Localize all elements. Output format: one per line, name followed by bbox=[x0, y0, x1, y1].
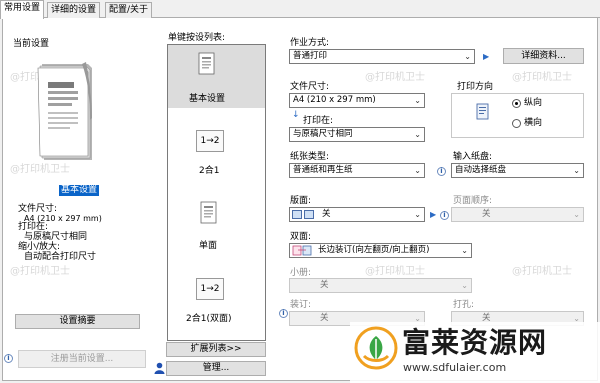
two-in-one-duplex-icon: 1→2 bbox=[196, 278, 224, 300]
play-arrow-icon: ▶ bbox=[483, 52, 490, 61]
paper-size-select[interactable]: A4 (210 x 297 mm) ⌄ bbox=[289, 93, 425, 108]
duplex-icon bbox=[292, 245, 312, 256]
tab-detailed-settings[interactable]: 详细的设置 bbox=[47, 2, 101, 18]
page-order-label: 页面顺序: bbox=[453, 196, 493, 206]
orientation-title: 打印方向 bbox=[457, 82, 494, 92]
tab-config-about[interactable]: 配置/关于 bbox=[105, 2, 153, 18]
tab-bar: 常用设置 详细的设置 配置/关于 bbox=[0, 0, 600, 19]
landscape-radio[interactable] bbox=[512, 119, 521, 128]
staple-label: 装订: bbox=[290, 300, 312, 310]
booklet-select[interactable]: 关 ⌄ bbox=[289, 278, 472, 293]
info-icon: i bbox=[437, 167, 446, 176]
expand-list-button[interactable]: 扩展列表>> bbox=[166, 342, 266, 357]
job-details-button[interactable]: 详细资料... bbox=[503, 48, 584, 64]
play-arrow-icon: ▶ bbox=[430, 210, 437, 219]
duplex-label: 双面: bbox=[290, 232, 312, 242]
paper-size-label: 文件尺寸: bbox=[290, 82, 330, 92]
preset-label-2in1-duplex: 2合1(双面) bbox=[186, 314, 232, 324]
duplex-select[interactable]: 长边装订(向左翻页/向上翻页) ⌄ bbox=[289, 243, 472, 258]
tab-common-settings[interactable]: 常用设置 bbox=[0, 0, 45, 19]
page-order-select[interactable]: 关 ⌄ bbox=[451, 207, 584, 222]
register-current-settings-button[interactable]: 注册当前设置... bbox=[18, 350, 146, 368]
summary-line: 自动配合打印尺寸 bbox=[24, 252, 97, 262]
info-icon: i bbox=[279, 309, 288, 318]
print-on-select[interactable]: 与原稿尺寸相同 ⌄ bbox=[289, 127, 425, 142]
brand-logo-icon bbox=[354, 326, 398, 370]
job-type-select[interactable]: 普通打印 ⌄ bbox=[289, 49, 475, 64]
current-preset-name: 基本设置 bbox=[59, 185, 100, 196]
layout-page-icon bbox=[304, 210, 314, 219]
landscape-label: 横向 bbox=[524, 118, 543, 128]
portrait-radio[interactable] bbox=[512, 99, 521, 108]
brand-name: 富莱资源网 bbox=[402, 326, 548, 359]
paper-type-label: 纸张类型: bbox=[290, 152, 330, 162]
single-side-icon bbox=[200, 201, 218, 225]
settings-summary-button[interactable]: 设置摘要 bbox=[15, 314, 140, 329]
preset-label-basic: 基本设置 bbox=[189, 94, 226, 104]
arrow-down-icon: ↓ bbox=[292, 110, 300, 120]
current-settings-title: 当前设置 bbox=[13, 39, 50, 49]
manage-button[interactable]: 管理... bbox=[166, 361, 266, 376]
layout-label: 版面: bbox=[290, 196, 312, 206]
preset-label-single: 单面 bbox=[199, 241, 218, 251]
paper-type-select[interactable]: 普通纸和再生纸 ⌄ bbox=[289, 163, 425, 178]
preset-list-title: 单键按设列表: bbox=[168, 33, 226, 43]
info-icon: i bbox=[4, 354, 13, 363]
basic-preset-icon bbox=[198, 52, 216, 76]
preset-label-2in1: 2合1 bbox=[199, 166, 220, 176]
print-on-label: 打印在: bbox=[303, 116, 334, 126]
input-tray-label: 输入纸盘: bbox=[453, 152, 493, 162]
document-preview-icon bbox=[36, 60, 96, 164]
portrait-label: 纵向 bbox=[524, 98, 543, 108]
job-type-label: 作业方式: bbox=[290, 38, 330, 48]
user-icon bbox=[154, 362, 165, 374]
portrait-page-icon bbox=[476, 103, 489, 120]
two-in-one-icon: 1→2 bbox=[196, 130, 224, 152]
input-tray-select[interactable]: 自动选择纸盘 ⌄ bbox=[451, 163, 584, 178]
brand-url: www.sdfulaier.com bbox=[403, 361, 507, 374]
layout-page-icon bbox=[292, 210, 302, 219]
punch-label: 打孔: bbox=[453, 300, 475, 310]
layout-select[interactable]: 关 ⌄ bbox=[289, 207, 425, 222]
info-icon: i bbox=[440, 211, 449, 220]
